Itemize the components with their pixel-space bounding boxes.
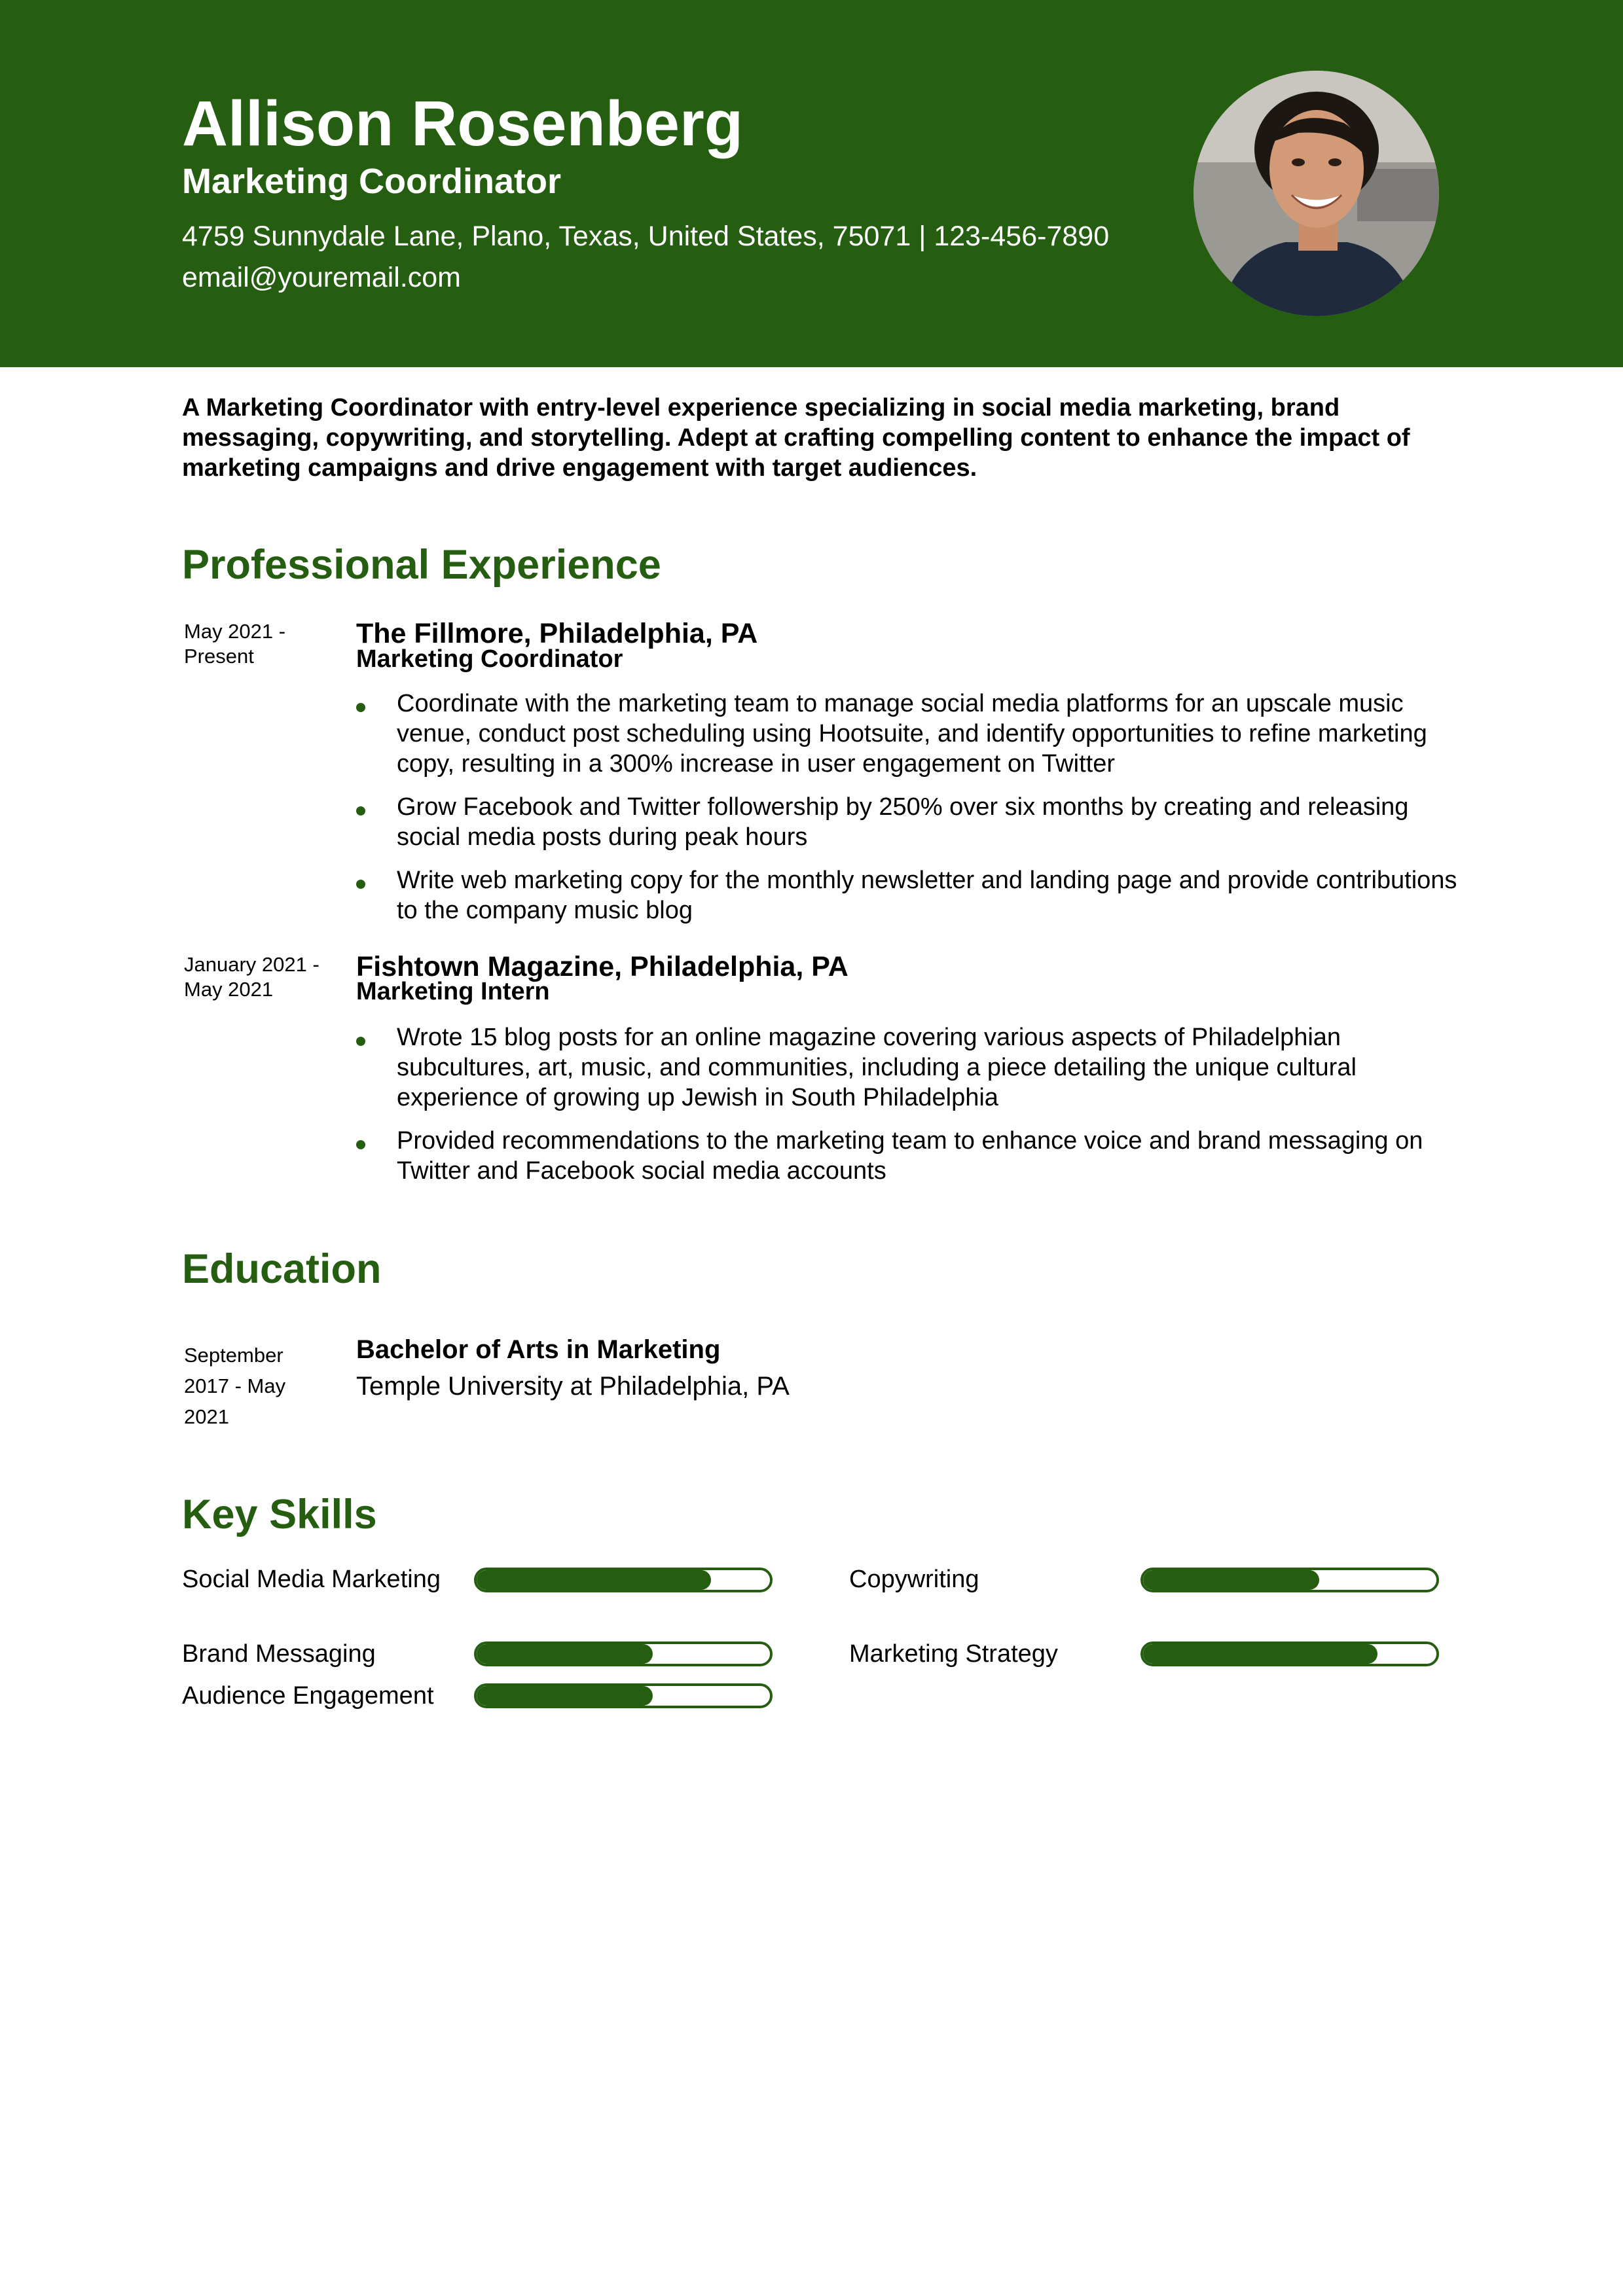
job-bullet-list: Coordinate with the marketing team to ma… bbox=[356, 689, 1469, 939]
list-item: Provided recommendations to the marketin… bbox=[356, 1126, 1469, 1186]
skill-bar bbox=[474, 1641, 773, 1666]
list-item: Grow Facebook and Twitter followership b… bbox=[356, 792, 1469, 852]
skill-bar-fill bbox=[477, 1686, 653, 1706]
skill-label: Brand Messaging bbox=[182, 1640, 376, 1668]
bullet-text: Write web marketing copy for the monthly… bbox=[397, 867, 1457, 924]
skill-bar-fill bbox=[477, 1570, 712, 1590]
list-item: Wrote 15 blog posts for an online magazi… bbox=[356, 1022, 1469, 1113]
skill-bar-fill bbox=[1143, 1570, 1319, 1590]
contact-address-phone: 4759 Sunnydale Lane, Plano, Texas, Unite… bbox=[182, 221, 1110, 252]
skill-bar bbox=[1140, 1641, 1439, 1666]
skill-label: Marketing Strategy bbox=[849, 1640, 1058, 1668]
candidate-name: Allison Rosenberg bbox=[182, 88, 743, 159]
education-school: Temple University at Philadelphia, PA bbox=[356, 1372, 790, 1401]
skill-bar bbox=[474, 1568, 773, 1592]
education-dates: September 2017 - May 2021 bbox=[184, 1344, 286, 1428]
skill-label: Audience Engagement bbox=[182, 1682, 434, 1710]
candidate-title: Marketing Coordinator bbox=[182, 162, 562, 201]
header-banner: Allison Rosenberg Marketing Coordinator … bbox=[0, 0, 1623, 367]
job-dates: January 2021 - May 2021 bbox=[184, 953, 319, 1001]
job-dates: May 2021 - Present bbox=[184, 620, 286, 668]
bullet-text: Provided recommendations to the marketin… bbox=[397, 1127, 1423, 1185]
bullet-icon bbox=[356, 1140, 365, 1149]
education-heading: Education bbox=[182, 1246, 382, 1292]
job-bullet-list: Wrote 15 blog posts for an online magazi… bbox=[356, 1022, 1469, 1199]
bullet-icon bbox=[356, 806, 365, 816]
skills-heading: Key Skills bbox=[182, 1492, 377, 1537]
skill-bar-fill bbox=[477, 1644, 653, 1664]
education-degree: Bachelor of Arts in Marketing bbox=[356, 1335, 721, 1364]
professional-summary: A Marketing Coordinator with entry-level… bbox=[182, 394, 1410, 482]
bullet-icon bbox=[356, 880, 365, 889]
list-item: Coordinate with the marketing team to ma… bbox=[356, 689, 1469, 779]
skill-bar bbox=[1140, 1568, 1439, 1592]
bullet-text: Grow Facebook and Twitter followership b… bbox=[397, 793, 1409, 851]
bullet-icon bbox=[356, 1037, 365, 1046]
job-role: Marketing Intern bbox=[356, 978, 550, 1005]
list-item: Write web marketing copy for the monthly… bbox=[356, 865, 1469, 925]
bullet-text: Wrote 15 blog posts for an online magazi… bbox=[397, 1024, 1357, 1111]
experience-heading: Professional Experience bbox=[182, 542, 661, 588]
profile-photo bbox=[1194, 71, 1439, 316]
skill-label: Social Media Marketing bbox=[182, 1566, 441, 1593]
bullet-icon bbox=[356, 703, 365, 712]
contact-email: email@youremail.com bbox=[182, 262, 461, 293]
job-role: Marketing Coordinator bbox=[356, 645, 623, 673]
skill-bar-fill bbox=[1143, 1644, 1378, 1664]
bullet-text: Coordinate with the marketing team to ma… bbox=[397, 690, 1427, 778]
skill-bar bbox=[474, 1683, 773, 1708]
skill-label: Copywriting bbox=[849, 1566, 979, 1593]
contact-info: 4759 Sunnydale Lane, Plano, Texas, Unite… bbox=[182, 216, 1164, 298]
